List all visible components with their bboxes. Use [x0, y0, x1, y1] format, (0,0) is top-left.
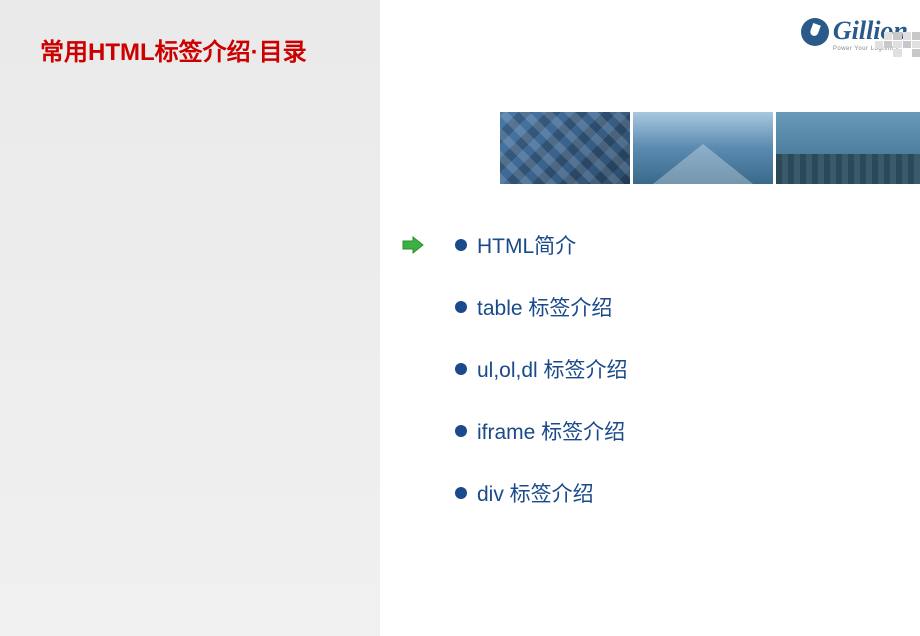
- bullet-icon: [455, 425, 467, 437]
- table-of-contents: HTML简介 table 标签介绍 ul,ol,dl 标签介绍 iframe 标…: [455, 230, 628, 540]
- toc-label: ul,ol,dl 标签介绍: [477, 354, 628, 384]
- toc-item-iframe: iframe 标签介绍: [455, 416, 628, 446]
- title-container: 常用HTML标签介绍·目录: [0, 0, 380, 67]
- banner-bridge-image: [633, 112, 773, 184]
- bullet-icon: [455, 363, 467, 375]
- left-sidebar-panel: 常用HTML标签介绍·目录: [0, 0, 380, 636]
- decorative-pixels: [875, 32, 920, 57]
- toc-item-div: div 标签介绍: [455, 478, 628, 508]
- bullet-icon: [455, 301, 467, 313]
- banner-image-strip: [500, 112, 920, 184]
- toc-label: div 标签介绍: [477, 478, 594, 508]
- logo-icon: [801, 18, 829, 46]
- toc-item-table: table 标签介绍: [455, 292, 628, 322]
- toc-label: table 标签介绍: [477, 292, 612, 322]
- banner-port-image: [776, 112, 920, 184]
- toc-item-html-intro: HTML简介: [455, 230, 628, 260]
- slide-title: 常用HTML标签介绍·目录: [40, 32, 380, 67]
- bullet-icon: [455, 239, 467, 251]
- banner-collage-image: [500, 112, 630, 184]
- toc-label: iframe 标签介绍: [477, 416, 625, 446]
- main-content-panel: Gillion Power Your Logistics HTML简介 tabl…: [380, 0, 920, 636]
- bullet-icon: [455, 487, 467, 499]
- toc-item-lists: ul,ol,dl 标签介绍: [455, 354, 628, 384]
- toc-label: HTML简介: [477, 230, 576, 260]
